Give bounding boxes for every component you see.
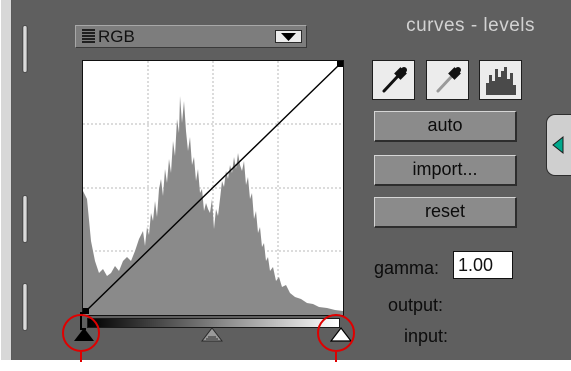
bottom-grip-handle[interactable] bbox=[22, 283, 28, 331]
black-point-highlight-marker bbox=[62, 314, 100, 352]
black-point-eyedropper-icon bbox=[382, 67, 407, 93]
channel-value: RGB bbox=[98, 27, 135, 46]
curve-graph[interactable] bbox=[82, 60, 344, 316]
histogram-button[interactable] bbox=[479, 60, 522, 100]
white-point-eyedropper-icon bbox=[436, 67, 461, 93]
auto-button[interactable]: auto bbox=[374, 111, 517, 142]
import-button[interactable]: import... bbox=[374, 155, 517, 186]
chevron-left-icon bbox=[552, 135, 564, 155]
black-point-eyedropper-button[interactable] bbox=[372, 60, 415, 100]
channel-dropdown[interactable]: RGB bbox=[75, 25, 307, 48]
black-point-marker-line bbox=[80, 352, 82, 362]
channel-list-icon bbox=[82, 29, 95, 43]
white-point-highlight-marker bbox=[317, 314, 355, 352]
reset-button[interactable]: reset bbox=[374, 197, 517, 228]
curve-endpoint-white[interactable] bbox=[337, 61, 343, 67]
histogram-icon bbox=[486, 67, 516, 95]
input-label: input: bbox=[404, 326, 449, 346]
left-rail bbox=[0, 0, 12, 360]
white-point-eyedropper-button[interactable] bbox=[426, 60, 469, 100]
chevron-down-icon[interactable] bbox=[275, 30, 302, 43]
white-point-marker-line bbox=[335, 352, 337, 362]
gamma-label: gamma: bbox=[374, 258, 440, 278]
panel-collapse-tab[interactable] bbox=[546, 114, 571, 176]
gamma-input[interactable] bbox=[453, 251, 513, 279]
panel-title: curves - levels bbox=[406, 15, 535, 36]
top-grip-handle[interactable] bbox=[22, 25, 28, 73]
output-label: output: bbox=[388, 295, 444, 315]
curve-graph-canvas bbox=[83, 61, 343, 315]
middle-grip-handle[interactable] bbox=[22, 195, 28, 243]
gamma-slider[interactable] bbox=[201, 326, 223, 342]
